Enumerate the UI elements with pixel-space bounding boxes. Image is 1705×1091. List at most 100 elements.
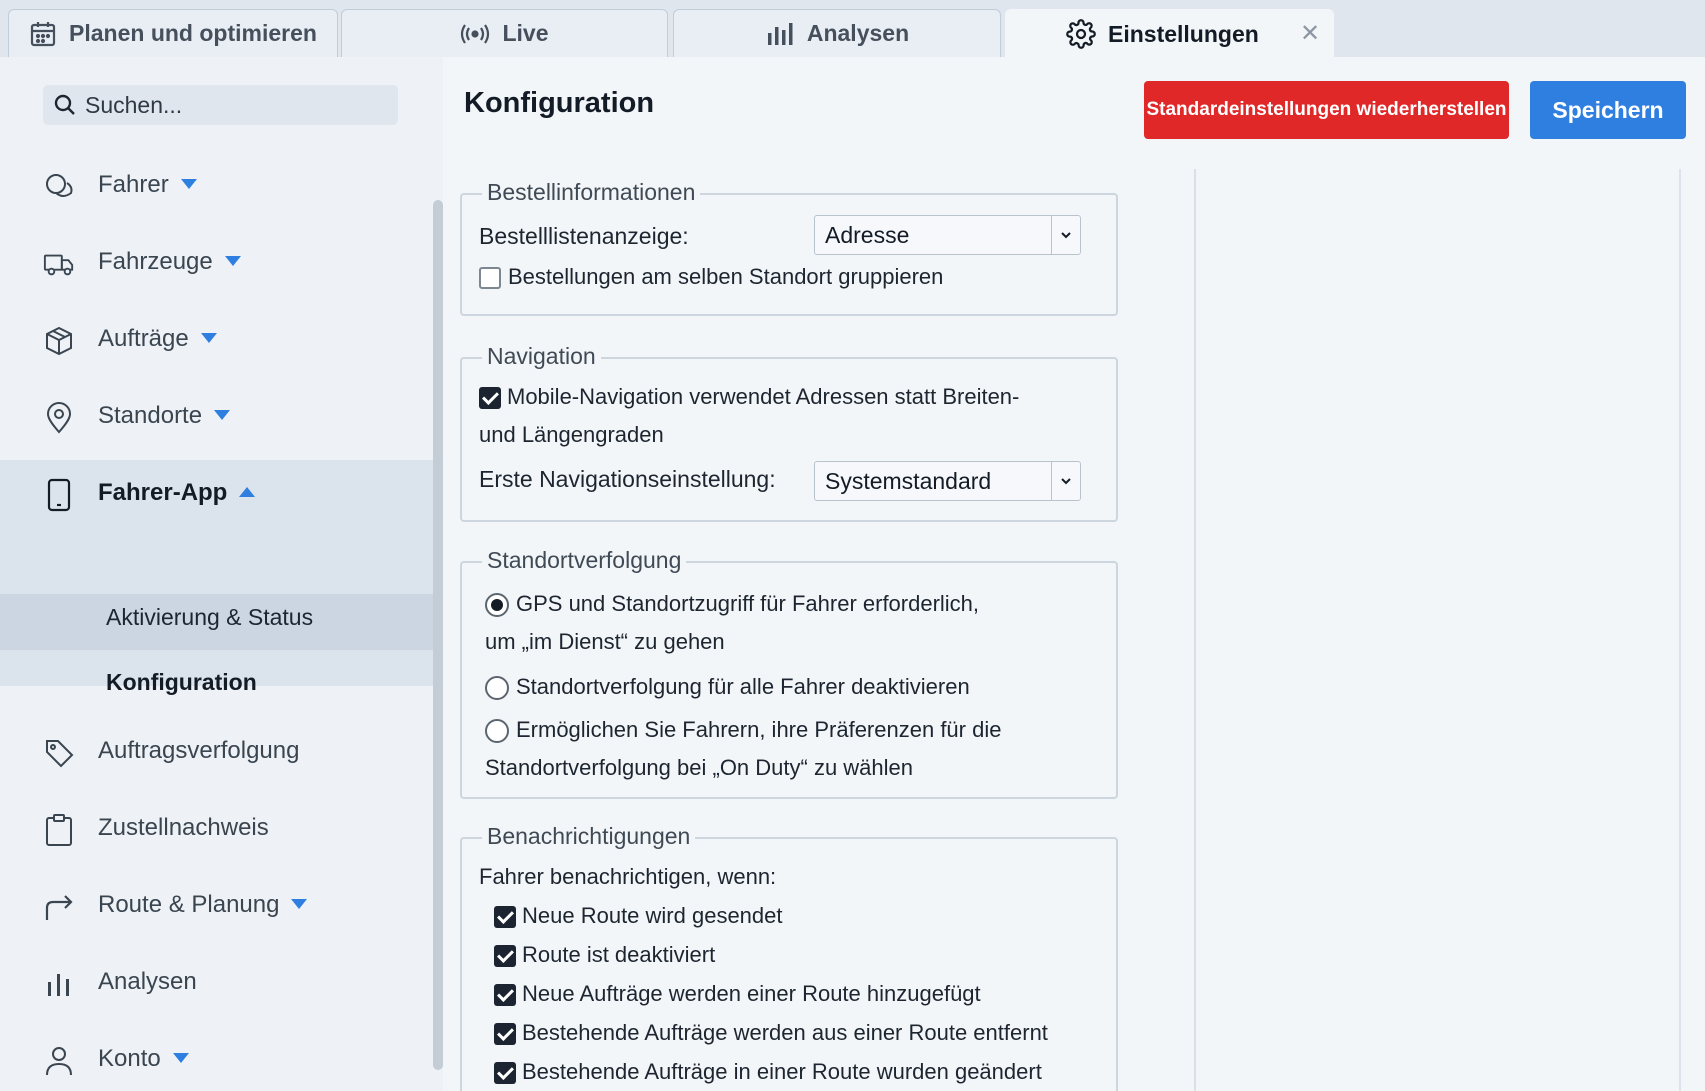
- notify-orders-removed-checkbox[interactable]: [494, 1023, 516, 1045]
- sidebar-item-auftragsverfolgung[interactable]: Auftragsverfolgung: [0, 721, 433, 781]
- order-list-label: Bestelllistenanzeige:: [479, 223, 689, 249]
- mobile-nav-label-line2: und Längengraden: [479, 422, 664, 447]
- bar-chart-icon: [765, 21, 795, 47]
- chevron-down-icon: [291, 898, 308, 909]
- box-icon: [43, 325, 75, 357]
- select-value: Adresse: [825, 221, 910, 248]
- mobile-nav-address-checkbox[interactable]: [479, 387, 501, 409]
- bar-chart-icon: [43, 968, 75, 1000]
- mobile-nav-label-line1: Mobile-Navigation verwendet Adressen sta…: [507, 384, 1020, 409]
- tracking-required-line2: um „im Dienst“ zu gehen: [485, 629, 725, 654]
- tab-label: Analysen: [806, 20, 910, 46]
- notify-orders-added-checkbox[interactable]: [494, 984, 516, 1006]
- sidebar-item-auftraege[interactable]: Aufträge: [0, 309, 433, 369]
- tracking-choice-line2: Standortverfolgung bei „On Duty“ zu wähl…: [485, 755, 914, 780]
- search-placeholder: Suchen...: [85, 91, 183, 118]
- sidebar-scrollbar[interactable]: [433, 200, 443, 1070]
- sidebar-item-fahrer[interactable]: Fahrer: [0, 155, 433, 215]
- column-divider: [1679, 169, 1681, 1091]
- search-icon: [53, 93, 77, 117]
- tracking-disabled-label: Standortverfolgung für alle Fahrer deakt…: [516, 674, 970, 699]
- user-icon: [43, 1045, 75, 1077]
- clipboard-icon: [43, 814, 75, 846]
- notify-item-label: Bestehende Aufträge werden aus einer Rou…: [522, 1020, 1048, 1045]
- sidebar-item-label: Route & Planung: [98, 891, 280, 918]
- notify-item-label: Neue Route wird gesendet: [522, 903, 783, 928]
- order-info-section: Bestellinformationen Bestelllistenanzeig…: [460, 179, 1118, 316]
- chevron-down-icon: [1051, 462, 1080, 500]
- notify-item-label: Bestehende Aufträge in einer Route wurde…: [522, 1059, 1042, 1084]
- sidebar-item-label: Standorte: [98, 402, 203, 429]
- sidebar-item-konto[interactable]: Konto: [0, 1029, 433, 1089]
- sidebar-item-label: Auftragsverfolgung: [98, 737, 300, 764]
- group-orders-checkbox[interactable]: [479, 267, 501, 289]
- main-content: Konfiguration Standardeinstellungen wied…: [443, 57, 1705, 1091]
- sidebar-item-label: Fahrer: [98, 171, 169, 198]
- section-legend: Benachrichtigungen: [482, 823, 696, 850]
- section-legend: Standortverfolgung: [482, 547, 687, 574]
- reset-defaults-button[interactable]: Standardeinstellungen wiederherstellen: [1144, 81, 1509, 139]
- close-icon[interactable]: ✕: [1297, 20, 1323, 47]
- tab-label: Live: [502, 20, 549, 46]
- page-title: Konfiguration: [464, 87, 655, 119]
- tracking-choice-line1: Ermöglichen Sie Fahrern, ihre Präferenze…: [516, 717, 1002, 742]
- navigation-section: Navigation Mobile-Navigation verwendet A…: [460, 343, 1118, 522]
- sidebar-item-label: Analysen: [98, 968, 197, 995]
- sidebar-item-standorte[interactable]: Standorte: [0, 386, 433, 446]
- chevron-up-icon: [239, 486, 256, 497]
- location-tracking-section: Standortverfolgung GPS und Standortzugri…: [460, 547, 1118, 799]
- sidebar-subitem-aktivierung[interactable]: Aktivierung & Status: [106, 604, 313, 631]
- tab-planen[interactable]: Planen und optimieren: [8, 9, 338, 57]
- sidebar-item-label: Aufträge: [98, 325, 189, 352]
- column-divider: [1194, 169, 1196, 1091]
- sidebar-item-fahrer-app[interactable]: Fahrer-App: [0, 463, 433, 523]
- section-legend: Bestellinformationen: [482, 179, 701, 206]
- tracking-disabled-radio[interactable]: [485, 676, 509, 700]
- calendar-icon: [29, 20, 57, 48]
- section-legend: Navigation: [482, 343, 601, 370]
- tab-live[interactable]: Live: [341, 9, 668, 57]
- sidebar-item-label: Fahrzeuge: [98, 248, 213, 275]
- route-arrow-icon: [43, 891, 75, 923]
- search-input[interactable]: Suchen...: [43, 85, 398, 125]
- save-button[interactable]: Speichern: [1530, 81, 1686, 139]
- tab-einstellungen[interactable]: Einstellungen ✕: [1005, 9, 1334, 58]
- gear-icon: [1066, 19, 1096, 49]
- notify-route-deactivated-checkbox[interactable]: [494, 945, 516, 967]
- tracking-driver-choice-radio[interactable]: [485, 719, 509, 743]
- drivers-icon: [43, 171, 75, 203]
- notify-orders-changed-checkbox[interactable]: [494, 1062, 516, 1084]
- chevron-down-icon: [1051, 216, 1080, 254]
- notify-new-route-checkbox[interactable]: [494, 906, 516, 928]
- tab-analysen[interactable]: Analysen: [673, 9, 1001, 57]
- sidebar-item-label: Zustellnachweis: [98, 814, 269, 841]
- notify-item-label: Route ist deaktiviert: [522, 942, 716, 967]
- notify-intro: Fahrer benachrichtigen, wenn:: [479, 864, 777, 889]
- order-list-select[interactable]: Adresse: [814, 215, 1081, 255]
- sidebar-item-analysen[interactable]: Analysen: [0, 952, 433, 1012]
- chevron-down-icon: [214, 409, 231, 420]
- select-value: Systemstandard: [825, 467, 992, 494]
- tracking-required-radio[interactable]: [485, 593, 509, 617]
- sidebar-item-route-planung[interactable]: Route & Planung: [0, 875, 433, 935]
- sidebar-item-label: Fahrer-App: [98, 479, 228, 506]
- truck-icon: [43, 248, 75, 280]
- chevron-down-icon: [200, 332, 217, 343]
- tab-bar: Planen und optimieren Live Analysen Eins…: [0, 0, 1705, 58]
- group-orders-label: Bestellungen am selben Standort gruppier…: [508, 264, 944, 289]
- tab-label: Einstellungen: [1108, 20, 1259, 47]
- chevron-down-icon: [224, 255, 241, 266]
- sidebar-item-fahrzeuge[interactable]: Fahrzeuge: [0, 232, 433, 292]
- broadcast-icon: [460, 22, 490, 46]
- chevron-down-icon: [180, 178, 197, 189]
- sidebar-item-zustellnachweis[interactable]: Zustellnachweis: [0, 798, 433, 858]
- chevron-down-icon: [172, 1052, 189, 1063]
- notifications-section: Benachrichtigungen Fahrer benachrichtige…: [460, 823, 1118, 1091]
- location-pin-icon: [43, 402, 75, 434]
- phone-icon: [43, 478, 75, 512]
- sidebar-item-label: Konto: [98, 1045, 161, 1072]
- sidebar-subitem-konfiguration[interactable]: Konfiguration: [106, 669, 257, 696]
- sidebar: Suchen... Fahrer Fahrzeuge Aufträge Stan…: [0, 57, 443, 1091]
- notify-item-label: Neue Aufträge werden einer Route hinzuge…: [522, 981, 981, 1006]
- first-nav-select[interactable]: Systemstandard: [814, 461, 1081, 501]
